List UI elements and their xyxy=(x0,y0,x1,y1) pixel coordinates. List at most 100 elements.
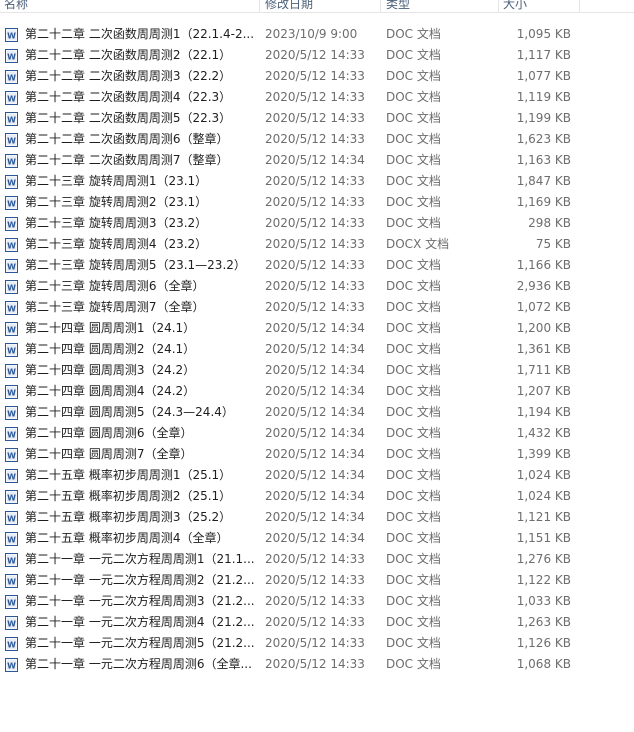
file-row[interactable]: W 第二十二章 二次函数周周测4（22.3） 2020/5/12 14:33 DOC … xyxy=(0,87,634,108)
word-document-icon: W xyxy=(5,154,18,168)
word-document-icon: W xyxy=(5,658,18,672)
file-modified-date: 2020/5/12 14:33 xyxy=(265,195,365,209)
file-row[interactable]: W 第二十四章 圆周周测4（24.2） 2020/5/12 14:34 DOC 文档 1… xyxy=(0,381,634,402)
column-divider[interactable] xyxy=(498,0,499,12)
svg-text:W: W xyxy=(7,179,16,188)
file-size: 1,361 KB xyxy=(516,342,571,356)
svg-text:W: W xyxy=(7,137,16,146)
word-document-icon: W xyxy=(5,70,18,84)
svg-text:W: W xyxy=(7,284,16,293)
file-size: 1,623 KB xyxy=(516,132,571,146)
file-size: 75 KB xyxy=(535,237,571,251)
file-size: 1,095 KB xyxy=(516,27,571,41)
svg-text:W: W xyxy=(7,494,16,503)
file-type: DOC 文档 xyxy=(386,48,441,62)
file-row[interactable]: W 第二十一章 一元二次方程周周测1（21.1... 2020/5/12 14:33… xyxy=(0,549,634,570)
file-modified-date: 2020/5/12 14:33 xyxy=(265,615,365,629)
file-modified-date: 2020/5/12 14:33 xyxy=(265,657,365,671)
file-type: DOC 文档 xyxy=(386,342,441,356)
file-size: 1,432 KB xyxy=(516,426,571,440)
file-modified-date: 2020/5/12 14:33 xyxy=(265,573,365,587)
file-row[interactable]: W 第二十二章 二次函数周周测6（整章） 2020/5/12 14:33 DOC 文档… xyxy=(0,129,634,150)
svg-text:W: W xyxy=(7,410,16,419)
word-document-icon: W xyxy=(5,301,18,315)
file-row[interactable]: W 第二十三章 旋转周周测7（全章） 2020/5/12 14:33 DOC 文档 1,… xyxy=(0,297,634,318)
word-document-icon: W xyxy=(5,343,18,357)
file-row[interactable]: W 第二十一章 一元二次方程周周测3（21.2... 2020/5/12 14:33… xyxy=(0,591,634,612)
file-row[interactable]: W 第二十一章 一元二次方程周周测2（21.2... 2020/5/12 14:33… xyxy=(0,570,634,591)
file-row[interactable]: W 第二十五章 概率初步周周测2（25.1） 2020/5/12 14:34 DOC … xyxy=(0,486,634,507)
file-modified-date: 2020/5/12 14:34 xyxy=(265,363,365,377)
file-name: 第二十三章 旋转周周测3（23.2） xyxy=(25,216,208,230)
file-type: DOC 文档 xyxy=(386,90,441,104)
column-divider[interactable] xyxy=(380,0,381,12)
file-row[interactable]: W 第二十二章 二次函数周周测2（22.1） 2020/5/12 14:33 DOC … xyxy=(0,45,634,66)
svg-text:W: W xyxy=(7,431,16,440)
file-size: 1,169 KB xyxy=(516,195,571,209)
file-row[interactable]: W 第二十二章 二次函数周周测5（22.3） 2020/5/12 14:33 DOC … xyxy=(0,108,634,129)
file-size: 1,117 KB xyxy=(516,48,571,62)
file-row[interactable]: W 第二十四章 圆周周测2（24.1） 2020/5/12 14:34 DOC 文档 1… xyxy=(0,339,634,360)
svg-text:W: W xyxy=(7,74,16,83)
file-type: DOC 文档 xyxy=(386,447,441,461)
file-row[interactable]: W 第二十五章 概率初步周周测4（全章） 2020/5/12 14:34 DOC 文档… xyxy=(0,528,634,549)
word-document-icon: W xyxy=(5,280,18,294)
word-document-icon: W xyxy=(5,175,18,189)
file-size: 1,119 KB xyxy=(516,90,571,104)
file-row[interactable]: W 第二十三章 旋转周周测6（全章） 2020/5/12 14:33 DOC 文档 2,… xyxy=(0,276,634,297)
file-row[interactable]: W 第二十四章 圆周周测6（全章） 2020/5/12 14:34 DOC 文档 1,4… xyxy=(0,423,634,444)
file-row[interactable]: W 第二十三章 旋转周周测4（23.2） 2020/5/12 14:33 DOCX 文… xyxy=(0,234,634,255)
svg-text:W: W xyxy=(7,620,16,629)
file-name: 第二十四章 圆周周测4（24.2） xyxy=(25,384,196,398)
column-header-date[interactable]: 修改日期 xyxy=(265,0,313,12)
file-row[interactable]: W 第二十四章 圆周周测5（24.3—24.4） 2020/5/12 14:34 DO… xyxy=(0,402,634,423)
column-divider[interactable] xyxy=(579,0,580,12)
file-size: 1,847 KB xyxy=(516,174,571,188)
file-name: 第二十二章 二次函数周周测6（整章） xyxy=(25,132,229,146)
svg-text:W: W xyxy=(7,515,16,524)
column-divider[interactable] xyxy=(259,0,260,12)
file-row[interactable]: W 第二十四章 圆周周测1（24.1） 2020/5/12 14:34 DOC 文档 1… xyxy=(0,318,634,339)
file-size: 1,072 KB xyxy=(516,300,571,314)
svg-text:W: W xyxy=(7,32,16,41)
column-header-row: 名称 修改日期 类型 大小 xyxy=(0,0,634,13)
file-modified-date: 2020/5/12 14:33 xyxy=(265,594,365,608)
file-row[interactable]: W 第二十五章 概率初步周周测1（25.1） 2020/5/12 14:34 DOC … xyxy=(0,465,634,486)
column-header-name[interactable]: 名称 xyxy=(4,0,28,12)
file-row[interactable]: W 第二十一章 一元二次方程周周测5（21.2... 2020/5/12 14:33… xyxy=(0,633,634,654)
file-row[interactable]: W 第二十二章 二次函数周周测7（整章） 2020/5/12 14:34 DOC 文档… xyxy=(0,150,634,171)
file-size: 1,077 KB xyxy=(516,69,571,83)
file-row[interactable]: W 第二十三章 旋转周周测2（23.1） 2020/5/12 14:33 DOC 文档… xyxy=(0,192,634,213)
file-name: 第二十三章 旋转周周测7（全章） xyxy=(25,300,205,314)
word-document-icon: W xyxy=(5,490,18,504)
file-name: 第二十三章 旋转周周测1（23.1） xyxy=(25,174,208,188)
file-row[interactable]: W 第二十三章 旋转周周测5（23.1—23.2） 2020/5/12 14:33 D… xyxy=(0,255,634,276)
file-size: 1,194 KB xyxy=(516,405,571,419)
file-size: 1,024 KB xyxy=(516,489,571,503)
file-row[interactable]: W 第二十二章 二次函数周周测1（22.1.4-2... 2023/10/9 9:0… xyxy=(0,24,634,45)
svg-text:W: W xyxy=(7,368,16,377)
file-modified-date: 2020/5/12 14:33 xyxy=(265,132,365,146)
file-row[interactable]: W 第二十四章 圆周周测3（24.2） 2020/5/12 14:34 DOC 文档 1… xyxy=(0,360,634,381)
word-document-icon: W xyxy=(5,595,18,609)
file-row[interactable]: W 第二十二章 二次函数周周测3（22.2） 2020/5/12 14:33 DOC … xyxy=(0,66,634,87)
file-row[interactable]: W 第二十三章 旋转周周测1（23.1） 2020/5/12 14:33 DOC 文档… xyxy=(0,171,634,192)
file-size: 1,207 KB xyxy=(516,384,571,398)
svg-text:W: W xyxy=(7,578,16,587)
file-modified-date: 2020/5/12 14:33 xyxy=(265,279,365,293)
file-row[interactable]: W 第二十一章 一元二次方程周周测4（21.2... 2020/5/12 14:33… xyxy=(0,612,634,633)
column-header-type[interactable]: 类型 xyxy=(386,0,410,12)
file-list: W 第二十二章 二次函数周周测1（22.1.4-2... 2023/10/9 9:0… xyxy=(0,24,634,675)
file-row[interactable]: W 第二十四章 圆周周测7（全章） 2020/5/12 14:34 DOC 文档 1,3… xyxy=(0,444,634,465)
file-row[interactable]: W 第二十一章 一元二次方程周周测6（全章... 2020/5/12 14:33 DO… xyxy=(0,654,634,675)
file-row[interactable]: W 第二十三章 旋转周周测3（23.2） 2020/5/12 14:33 DOC 文档… xyxy=(0,213,634,234)
svg-text:W: W xyxy=(7,473,16,482)
word-document-icon: W xyxy=(5,322,18,336)
file-type: DOC 文档 xyxy=(386,321,441,335)
file-type: DOC 文档 xyxy=(386,594,441,608)
file-size: 1,024 KB xyxy=(516,468,571,482)
file-type: DOC 文档 xyxy=(386,279,441,293)
word-document-icon: W xyxy=(5,553,18,567)
file-row[interactable]: W 第二十五章 概率初步周周测3（25.2） 2020/5/12 14:34 DOC … xyxy=(0,507,634,528)
column-header-size[interactable]: 大小 xyxy=(503,0,527,12)
